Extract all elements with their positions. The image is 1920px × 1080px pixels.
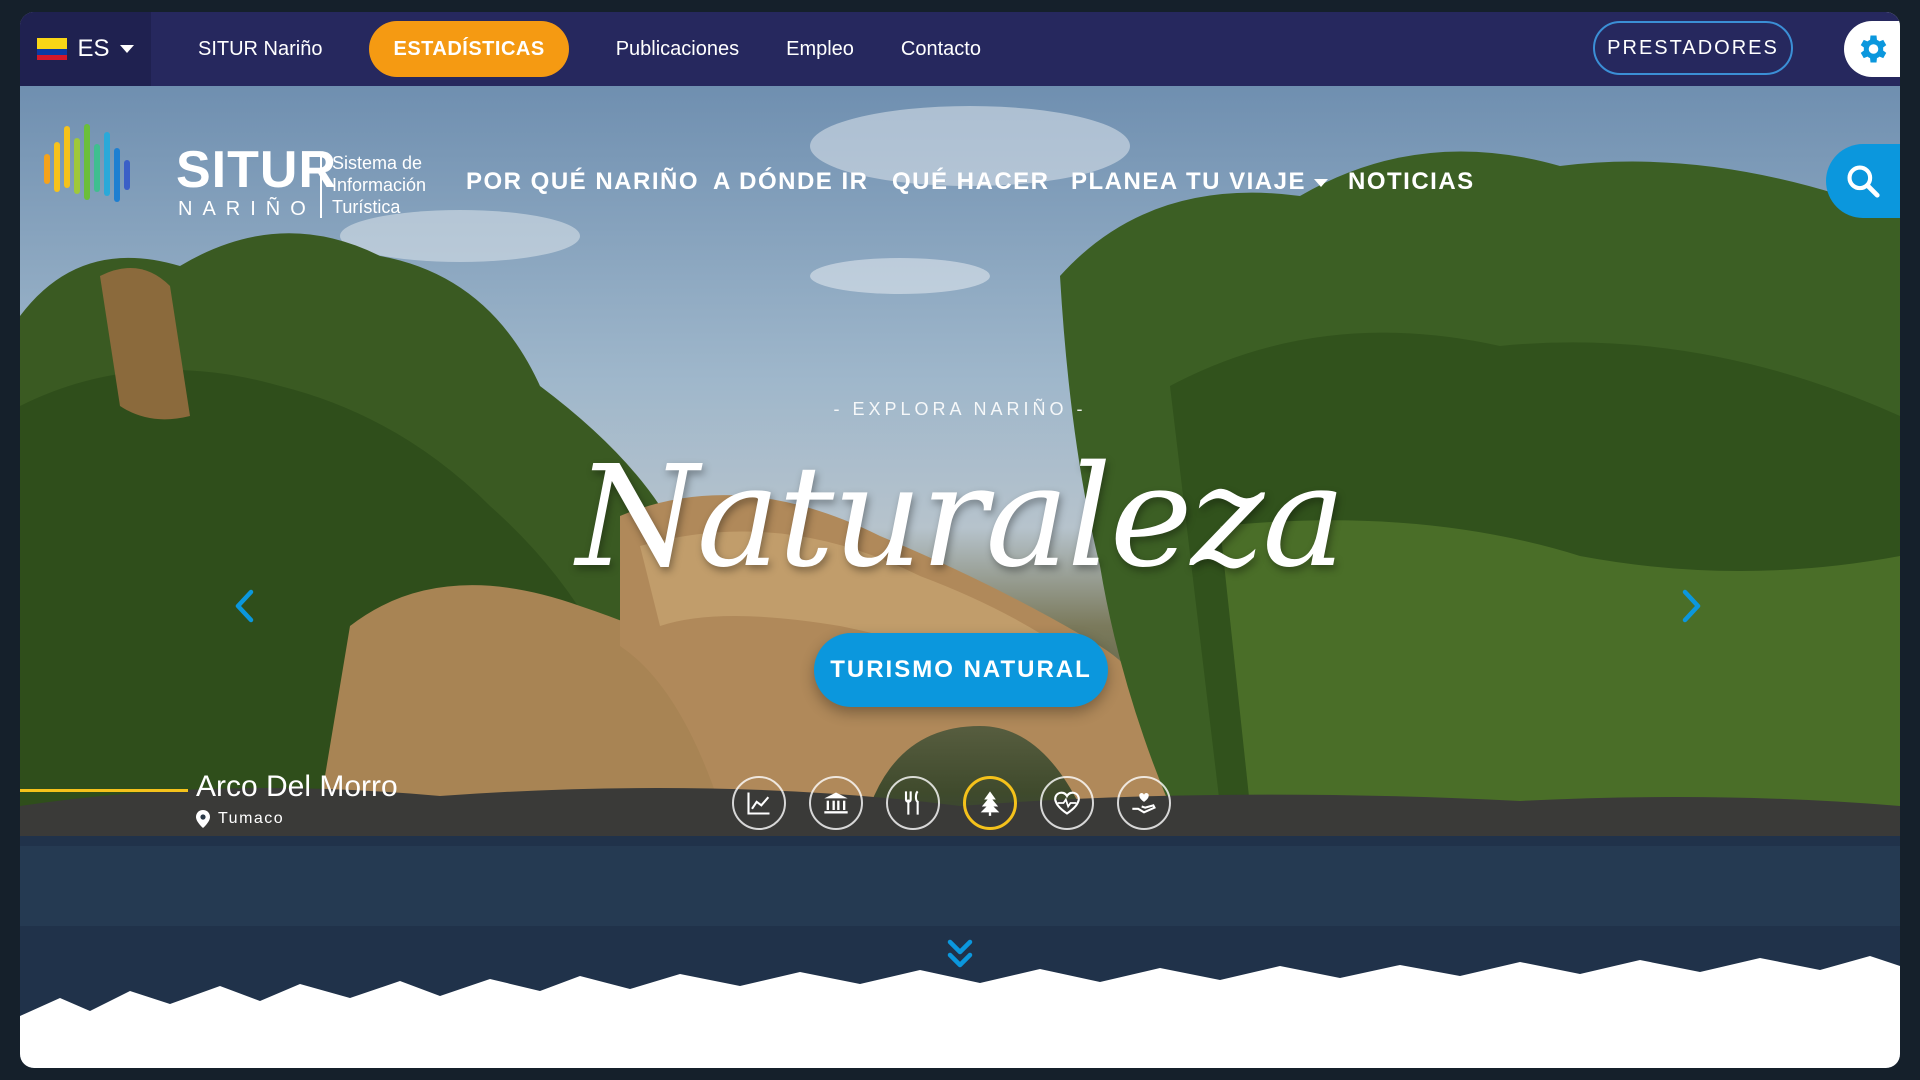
browser-page: ES SITUR Nariño ESTADÍSTICAS Publicacion… [20,12,1900,1068]
category-selector [732,776,1171,830]
category-naturaleza[interactable] [963,776,1017,830]
nav-planea-label: PLANEA TU VIAJE [1071,168,1306,195]
place-location: Tumaco [196,810,284,828]
turismo-natural-button[interactable]: TURISMO NATURAL [814,633,1108,707]
logo-desc-line: Sistema de [332,153,423,173]
slider-next-arrow[interactable] [1672,581,1712,631]
category-estadisticas[interactable] [732,776,786,830]
situr-logo[interactable]: SITUR NARIÑO Sistema de Información Turí… [40,114,440,220]
language-label: ES [77,35,110,62]
hand-heart-icon [1132,793,1156,814]
top-utility-bar: ES SITUR Nariño ESTADÍSTICAS Publicacion… [20,12,1900,86]
nav-que-hacer[interactable]: QUÉ HACER [892,168,1050,196]
chevron-down-icon [119,45,134,53]
logo-desc-line: Información [332,175,427,195]
nav-por-que-narino[interactable]: POR QUÉ NARIÑO [466,168,699,196]
category-cultural[interactable] [809,776,863,830]
hero-headline: Naturaleza [576,436,1346,599]
nav-noticias[interactable]: NOTICIAS [1348,168,1475,196]
chevron-down-icon [1313,178,1328,187]
link-situr-narino[interactable]: SITUR Nariño [198,38,322,61]
logo-divider [320,154,322,218]
category-social[interactable] [1117,776,1171,830]
hero-slider: SITUR NARIÑO Sistema de Información Turí… [20,86,1900,1068]
link-empleo[interactable]: Empleo [786,38,854,61]
link-contacto[interactable]: Contacto [901,38,981,61]
museum-icon [824,792,848,814]
map-pin-icon [196,810,210,828]
colombia-flag-icon [37,38,68,60]
heartbeat-icon [1054,791,1080,815]
settings-button[interactable] [1844,21,1900,77]
logo-region: NARIÑO [178,198,316,220]
chevron-left-icon [235,589,254,623]
fork-knife-icon [904,790,919,815]
link-publicaciones[interactable]: Publicaciones [616,38,739,61]
main-navigation: SITUR NARIÑO Sistema de Información Turí… [20,86,1900,236]
logo-bars-icon [44,124,130,202]
chevron-right-icon [1682,589,1701,623]
chart-icon [747,792,770,815]
nav-a-donde-ir[interactable]: A DÓNDE IR [713,168,868,196]
place-name: Arco Del Morro [196,770,398,803]
category-gastronomia[interactable] [886,776,940,830]
place-location-label: Tumaco [218,810,285,827]
prestadores-button[interactable]: PRESTADORES [1593,21,1793,75]
category-salud[interactable] [1040,776,1094,830]
hero-kicker: - EXPLORA NARIÑO - [833,399,1087,419]
scroll-down-button[interactable] [945,938,975,972]
language-selector[interactable]: ES [20,12,151,86]
nav-planea-tu-viaje[interactable]: PLANEA TU VIAJE [1071,168,1328,196]
gear-icon [1860,35,1887,63]
place-accent-line [20,789,188,792]
logo-wordmark: SITUR [176,141,337,199]
estadisticas-button[interactable]: ESTADÍSTICAS [369,21,569,77]
double-chevron-down-icon [947,939,973,968]
logo-description: Sistema de Información Turística [332,152,452,218]
tree-icon [980,791,1000,816]
logo-desc-line: Turística [332,197,401,217]
search-button[interactable] [1826,144,1900,218]
search-icon [1847,165,1880,198]
slider-prev-arrow[interactable] [224,581,264,631]
